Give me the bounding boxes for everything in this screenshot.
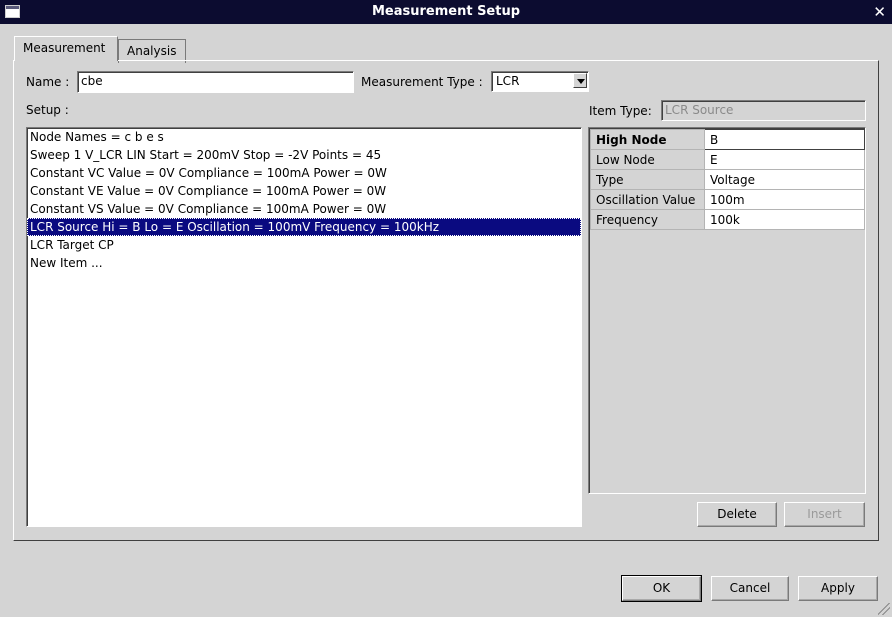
list-item-selected[interactable]: LCR Source Hi = B Lo = E Oscillation = 1… bbox=[27, 218, 581, 236]
property-key: Frequency bbox=[590, 209, 705, 230]
tab-analysis-label: Analysis bbox=[127, 44, 177, 58]
ok-button-label: OK bbox=[652, 581, 671, 595]
window-title: Measurement Setup bbox=[371, 4, 521, 19]
property-value[interactable]: 100k bbox=[704, 209, 865, 230]
setup-label: Setup : bbox=[26, 103, 69, 117]
insert-button[interactable]: Insert bbox=[784, 502, 865, 527]
name-input[interactable]: cbe bbox=[77, 71, 354, 93]
list-item[interactable]: LCR Target CP bbox=[27, 236, 581, 254]
table-row[interactable]: Frequency 100k bbox=[590, 209, 865, 230]
cancel-button-label: Cancel bbox=[729, 581, 771, 595]
list-item[interactable]: Node Names = c b e s bbox=[27, 128, 581, 146]
close-icon[interactable]: ✕ bbox=[873, 3, 886, 21]
list-item[interactable]: Constant VE Value = 0V Compliance = 100m… bbox=[27, 182, 581, 200]
setup-list[interactable]: Node Names = c b e s Sweep 1 V_LCR LIN S… bbox=[26, 127, 582, 527]
title-bar: Measurement Setup ✕ bbox=[0, 0, 892, 24]
property-grid: High Node B Low Node E Type Voltage Osci… bbox=[588, 127, 866, 494]
property-value[interactable]: B bbox=[704, 129, 865, 150]
ok-button[interactable]: OK bbox=[621, 575, 702, 602]
table-row[interactable]: Type Voltage bbox=[590, 169, 865, 190]
insert-button-label: Insert bbox=[807, 507, 842, 521]
list-item[interactable]: Constant VS Value = 0V Compliance = 100m… bbox=[27, 200, 581, 218]
resize-grip-icon[interactable] bbox=[878, 603, 890, 615]
table-row[interactable]: Oscillation Value 100m bbox=[590, 189, 865, 210]
item-type-value: LCR Source bbox=[665, 103, 734, 117]
list-item[interactable]: Constant VC Value = 0V Compliance = 100m… bbox=[27, 164, 581, 182]
property-value[interactable]: Voltage bbox=[704, 169, 865, 190]
property-key: Type bbox=[590, 169, 705, 190]
cancel-button[interactable]: Cancel bbox=[711, 576, 789, 601]
property-key: Oscillation Value bbox=[590, 189, 705, 210]
item-type-field: LCR Source bbox=[661, 100, 866, 121]
property-value[interactable]: 100m bbox=[704, 189, 865, 210]
measurement-type-select[interactable]: LCR bbox=[491, 71, 589, 92]
property-value[interactable]: E bbox=[704, 149, 865, 170]
measurement-type-label: Measurement Type : bbox=[361, 75, 483, 89]
measurement-type-value: LCR bbox=[496, 74, 520, 88]
name-label: Name : bbox=[26, 75, 70, 89]
table-row[interactable]: Low Node E bbox=[590, 149, 865, 170]
name-input-value: cbe bbox=[81, 74, 103, 88]
table-row[interactable]: High Node B bbox=[590, 129, 865, 150]
chevron-down-icon[interactable] bbox=[573, 73, 587, 88]
list-item[interactable]: Sweep 1 V_LCR LIN Start = 200mV Stop = -… bbox=[27, 146, 581, 164]
delete-button-label: Delete bbox=[717, 507, 757, 521]
delete-button[interactable]: Delete bbox=[697, 502, 777, 527]
item-type-label: Item Type: bbox=[589, 104, 652, 118]
list-item-new[interactable]: New Item ... bbox=[27, 254, 581, 272]
apply-button[interactable]: Apply bbox=[798, 576, 878, 601]
property-key: Low Node bbox=[590, 149, 705, 170]
property-key: High Node bbox=[590, 129, 705, 150]
tab-measurement-label: Measurement bbox=[23, 41, 106, 55]
tab-measurement[interactable]: Measurement bbox=[14, 36, 118, 61]
apply-button-label: Apply bbox=[821, 581, 855, 595]
